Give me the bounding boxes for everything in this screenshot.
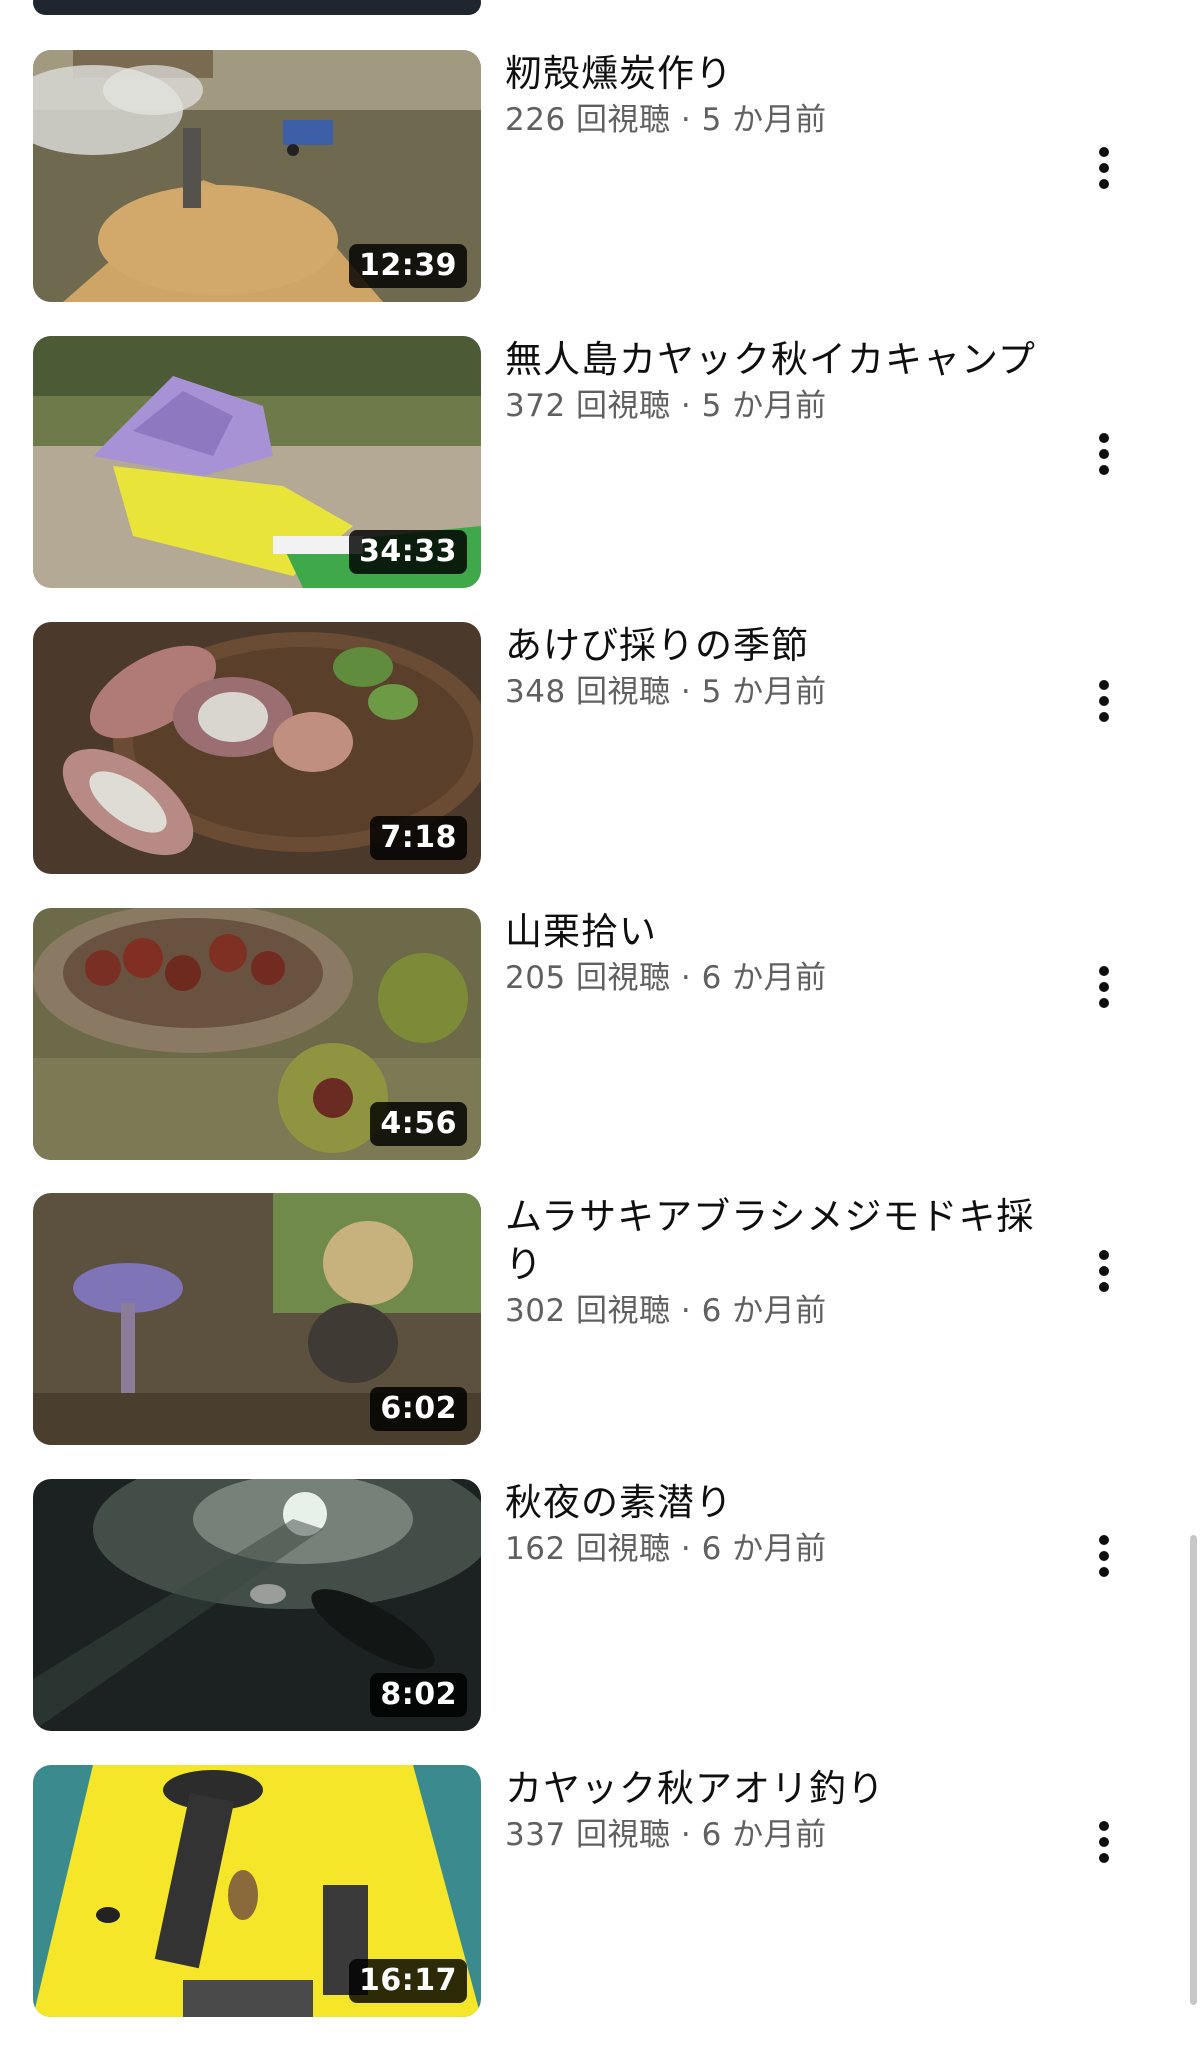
video-meta: 205 回視聴 · 6 か月前 [505,957,1045,999]
meta-separator: · [680,960,692,996]
video-thumbnail[interactable]: 12:39 [33,50,481,302]
meta-separator: · [680,674,692,710]
video-meta: 337 回視聴 · 6 か月前 [505,1814,1045,1856]
video-list-item[interactable]: 7:18 あけび採りの季節 348 回視聴 · 5 か月前 [0,622,1204,874]
video-list-item[interactable]: 34:33 無人島カヤック秋イカキャンプ 372 回視聴 · 5 か月前 [0,336,1204,588]
video-list-item[interactable]: 6:02 ムラサキアブラシメジモドキ採り 302 回視聴 · 6 か月前 [0,1193,1204,1445]
more-vert-icon[interactable] [1080,1808,1128,1876]
video-title[interactable]: 籾殻燻炭作り [505,50,1045,98]
view-count: 205 回視聴 [505,960,671,996]
more-vert-icon[interactable] [1080,134,1128,202]
more-vert-icon[interactable] [1080,1237,1128,1305]
video-list-item[interactable]: 12:39 籾殻燻炭作り 226 回視聴 · 5 か月前 [0,50,1204,302]
video-thumbnail[interactable]: 34:33 [33,336,481,588]
more-vert-icon[interactable] [1080,1522,1128,1590]
video-list-item[interactable]: 16:17 カヤック秋アオリ釣り 337 回視聴 · 6 か月前 [0,1765,1204,2017]
more-vert-icon[interactable] [1080,953,1128,1021]
video-title[interactable]: ムラサキアブラシメジモドキ採り [505,1193,1045,1289]
video-duration: 8:02 [370,1673,467,1717]
video-info: 無人島カヤック秋イカキャンプ 372 回視聴 · 5 か月前 [505,336,1045,427]
view-count: 372 回視聴 [505,388,671,424]
video-thumbnail[interactable]: 8:02 [33,1479,481,1731]
video-thumbnail[interactable]: 7:18 [33,622,481,874]
video-info: あけび採りの季節 348 回視聴 · 5 か月前 [505,622,1045,713]
view-count: 302 回視聴 [505,1293,671,1329]
video-info: カヤック秋アオリ釣り 337 回視聴 · 6 か月前 [505,1765,1045,1856]
video-list-page: 12:39 籾殻燻炭作り 226 回視聴 · 5 か月前 34:33 無人島カヤ… [0,0,1204,2048]
video-list-item[interactable]: 8:02 秋夜の素潜り 162 回視聴 · 6 か月前 [0,1479,1204,1731]
video-info: 籾殻燻炭作り 226 回視聴 · 5 か月前 [505,50,1045,141]
view-count: 348 回視聴 [505,674,671,710]
video-meta: 226 回視聴 · 5 か月前 [505,99,1045,141]
video-title[interactable]: 秋夜の素潜り [505,1479,1045,1527]
more-vert-icon[interactable] [1080,420,1128,488]
upload-age: 5 か月前 [701,102,827,138]
upload-age: 6 か月前 [701,960,827,996]
more-vert-icon[interactable] [1080,667,1128,735]
meta-separator: · [680,1817,692,1853]
video-title[interactable]: カヤック秋アオリ釣り [505,1765,1045,1813]
video-duration: 16:17 [349,1959,467,2003]
upload-age: 6 か月前 [701,1817,827,1853]
meta-separator: · [680,1293,692,1329]
video-title[interactable]: あけび採りの季節 [505,622,1045,670]
video-duration: 34:33 [349,530,467,574]
video-thumbnail[interactable]: 6:02 [33,1193,481,1445]
video-thumbnail[interactable]: 4:56 [33,908,481,1160]
video-list-item[interactable]: 4:56 山栗拾い 205 回視聴 · 6 か月前 [0,908,1204,1160]
video-title[interactable]: 無人島カヤック秋イカキャンプ [505,336,1045,384]
video-duration: 12:39 [349,244,467,288]
meta-separator: · [680,1531,692,1567]
scrollbar[interactable] [1190,1535,1197,2005]
video-info: 秋夜の素潜り 162 回視聴 · 6 か月前 [505,1479,1045,1570]
meta-separator: · [680,388,692,424]
video-meta: 162 回視聴 · 6 か月前 [505,1528,1045,1570]
video-info: 山栗拾い 205 回視聴 · 6 か月前 [505,908,1045,999]
view-count: 226 回視聴 [505,102,671,138]
video-duration: 7:18 [370,816,467,860]
video-title[interactable]: 山栗拾い [505,908,1045,956]
upload-age: 6 か月前 [701,1293,827,1329]
meta-separator: · [680,102,692,138]
view-count: 162 回視聴 [505,1531,671,1567]
video-info: ムラサキアブラシメジモドキ採り 302 回視聴 · 6 か月前 [505,1193,1045,1332]
view-count: 337 回視聴 [505,1817,671,1853]
video-meta: 302 回視聴 · 6 か月前 [505,1290,1045,1332]
upload-age: 5 か月前 [701,388,827,424]
video-meta: 348 回視聴 · 5 か月前 [505,671,1045,713]
previous-video-thumbnail[interactable] [33,0,481,15]
upload-age: 5 か月前 [701,674,827,710]
video-duration: 6:02 [370,1387,467,1431]
video-thumbnail[interactable]: 16:17 [33,1765,481,2017]
video-meta: 372 回視聴 · 5 か月前 [505,385,1045,427]
video-duration: 4:56 [370,1102,467,1146]
upload-age: 6 か月前 [701,1531,827,1567]
